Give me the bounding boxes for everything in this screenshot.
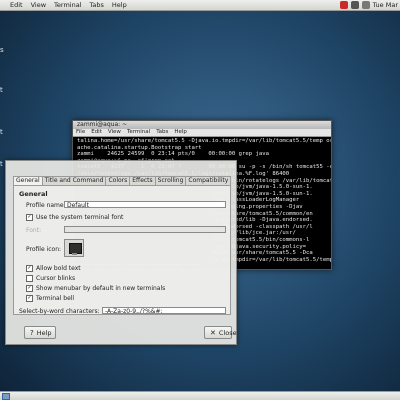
- font-label: Font:: [26, 227, 42, 234]
- checkbox-box[interactable]: ✓: [26, 295, 33, 302]
- profile-name-label: Profile name:: [26, 202, 66, 209]
- profile-dialog: General Title and Command Colors Effects…: [5, 160, 237, 345]
- tab-compatibility[interactable]: Compatibility: [185, 176, 232, 185]
- allow-bold-checkbox[interactable]: ✓ Allow bold text: [26, 265, 81, 272]
- menu-terminal[interactable]: Terminal: [50, 1, 85, 9]
- terminal-menu-view[interactable]: View: [105, 129, 124, 136]
- show-menubar-checkbox[interactable]: ✓ Show menubar by default in new termina…: [26, 285, 165, 292]
- menu-tabs[interactable]: Tabs: [86, 1, 108, 9]
- terminal-bell-checkbox[interactable]: ✓ Terminal bell: [26, 295, 74, 302]
- terminal-menu-help[interactable]: Help: [171, 129, 190, 136]
- tab-title-and-command[interactable]: Title and Command: [41, 176, 107, 185]
- use-system-font-label: Use the system terminal font: [36, 214, 124, 221]
- top-panel: Edit View Terminal Tabs Help Tue Mar: [0, 0, 400, 11]
- terminal-menu-file[interactable]: File: [73, 129, 88, 136]
- close-button[interactable]: ✕ Close: [204, 326, 237, 339]
- terminal-bell-label: Terminal bell: [36, 295, 75, 302]
- font-picker[interactable]: [64, 226, 226, 233]
- desktop-icon-label: s: [0, 46, 4, 54]
- desktop-icon-label: t: [0, 86, 3, 94]
- clock[interactable]: Tue Mar: [373, 1, 400, 9]
- terminal-menu-tabs[interactable]: Tabs: [153, 129, 171, 136]
- close-button-label: Close: [218, 328, 237, 337]
- select-by-word-label: Select-by-word characters:: [19, 308, 100, 315]
- bottom-panel: [0, 391, 400, 400]
- tab-effects[interactable]: Effects: [129, 176, 156, 185]
- cursor-blinks-checkbox[interactable]: Cursor blinks: [26, 275, 75, 282]
- show-desktop-icon[interactable]: [2, 393, 10, 400]
- profile-tabs: General Title and Command Colors Effects…: [13, 176, 232, 186]
- menu-help[interactable]: Help: [108, 1, 131, 9]
- desktop-icon-label: t: [0, 128, 3, 136]
- use-system-font-checkbox[interactable]: ✓ Use the system terminal font: [26, 214, 123, 221]
- allow-bold-label: Allow bold text: [36, 265, 81, 272]
- terminal-titlebar[interactable]: zammi@aqua: ~: [73, 121, 331, 129]
- terminal-line: zammi 24625 24599 0 23:14 pts/0 00:00:00…: [77, 151, 269, 158]
- help-button-label: Help: [36, 328, 52, 337]
- section-title: General: [19, 190, 48, 198]
- checkbox-box[interactable]: [26, 275, 33, 282]
- terminal-line: ache.catalina.startup.Bootstrap start: [77, 144, 202, 151]
- menu-view[interactable]: View: [27, 1, 50, 9]
- panel-tray: Tue Mar: [339, 0, 400, 10]
- profile-icon-label: Profile icon:: [26, 246, 62, 253]
- cursor-blinks-label: Cursor blinks: [36, 275, 76, 282]
- checkbox-box[interactable]: ✓: [26, 214, 33, 221]
- profile-icon-button[interactable]: [64, 239, 84, 257]
- tab-colors[interactable]: Colors: [105, 176, 131, 185]
- volume-icon[interactable]: [361, 1, 370, 9]
- help-icon: ?: [30, 328, 34, 337]
- tab-scrolling[interactable]: Scrolling: [154, 176, 187, 185]
- general-panel: General Profile name: Default ✓ Use the …: [13, 185, 231, 315]
- terminal-menu-terminal[interactable]: Terminal: [124, 129, 153, 136]
- close-icon: ✕: [210, 328, 216, 337]
- checkbox-box[interactable]: ✓: [26, 285, 33, 292]
- profile-name-field[interactable]: Default: [64, 201, 226, 208]
- network-icon[interactable]: [350, 1, 359, 9]
- select-by-word-field[interactable]: -A-Za-z0-9,./?%&#:_: [102, 307, 226, 314]
- terminal-menubar: File Edit View Terminal Tabs Help: [73, 129, 331, 137]
- alert-icon[interactable]: [339, 1, 348, 9]
- menu-edit[interactable]: Edit: [0, 1, 27, 9]
- show-menubar-label: Show menubar by default in new terminals: [36, 285, 166, 292]
- help-button[interactable]: ? Help: [24, 326, 56, 339]
- terminal-menu-edit[interactable]: Edit: [88, 129, 105, 136]
- checkbox-box[interactable]: ✓: [26, 265, 33, 272]
- terminal-line: talina.home=/usr/share/tomcat5.5 -Djava.…: [77, 138, 331, 144]
